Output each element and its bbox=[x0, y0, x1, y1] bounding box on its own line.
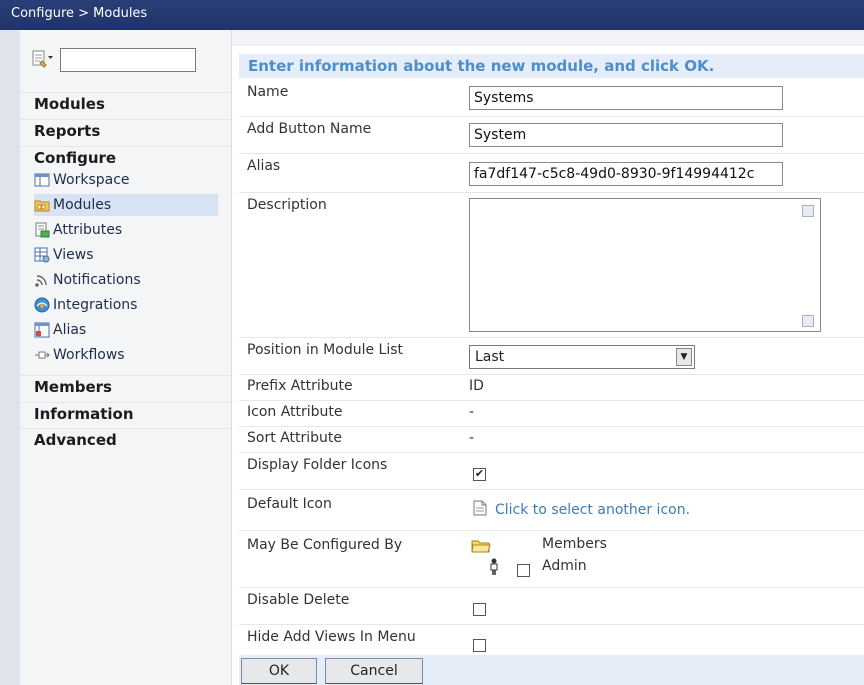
sidebar-item-label: Views bbox=[53, 247, 94, 263]
alias-icon bbox=[34, 322, 50, 338]
admin-role-label: Admin bbox=[542, 558, 587, 574]
sidebar-item-alias[interactable]: Alias bbox=[34, 319, 86, 341]
sidebar-item-label: Integrations bbox=[53, 297, 138, 313]
chevron-down-icon[interactable]: ▼ bbox=[676, 348, 692, 366]
default-icon-label: Default Icon bbox=[247, 496, 332, 512]
prefix-attribute-value: ID bbox=[469, 378, 484, 394]
search-options-icon[interactable] bbox=[32, 50, 54, 70]
icon-attribute-label: Icon Attribute bbox=[247, 404, 343, 420]
add-button-name-input[interactable]: System bbox=[469, 123, 783, 147]
sidebar-item-label: Attributes bbox=[53, 222, 123, 238]
name-label: Name bbox=[247, 84, 289, 100]
prefix-attribute-row: Prefix Attribute ID bbox=[239, 375, 864, 401]
sort-attribute-label: Sort Attribute bbox=[247, 430, 342, 446]
default-icon-row: Default Icon Click to select another ico… bbox=[239, 490, 864, 531]
nav-section-members[interactable]: Members bbox=[20, 375, 232, 399]
folder-icon bbox=[471, 538, 491, 558]
modules-folder-icon bbox=[34, 197, 50, 213]
description-row: Description bbox=[239, 193, 864, 338]
prefix-attribute-label: Prefix Attribute bbox=[247, 378, 353, 394]
alias-label: Alias bbox=[247, 158, 281, 174]
name-input[interactable]: Systems bbox=[469, 86, 783, 110]
nav-section-modules[interactable]: Modules bbox=[20, 92, 232, 116]
hide-add-views-row: Hide Add Views In Menu bbox=[239, 625, 864, 655]
sidebar-item-modules[interactable]: Modules bbox=[34, 194, 218, 216]
sidebar-item-attributes[interactable]: Attributes bbox=[34, 219, 122, 241]
user-icon bbox=[489, 558, 499, 580]
description-label: Description bbox=[247, 197, 327, 213]
scroll-down-button[interactable] bbox=[802, 315, 814, 327]
nav-section-configure[interactable]: Configure bbox=[20, 146, 232, 170]
sidebar-item-workflows[interactable]: Workflows bbox=[34, 344, 125, 366]
notifications-icon bbox=[34, 272, 50, 288]
position-row: Position in Module List Last ▼ bbox=[239, 338, 864, 375]
nav-section-advanced[interactable]: Advanced bbox=[20, 428, 232, 452]
position-select[interactable]: Last ▼ bbox=[469, 345, 695, 369]
sidebar-item-label: Alias bbox=[53, 322, 87, 338]
workspace-icon bbox=[34, 172, 50, 188]
breadcrumb: Configure > Modules bbox=[0, 0, 864, 30]
form-heading: Enter information about the new module, … bbox=[239, 54, 864, 78]
sidebar-item-integrations[interactable]: Integrations bbox=[34, 294, 137, 316]
display-folder-icons-checkbox[interactable]: ✔ bbox=[473, 468, 486, 481]
sort-attribute-row: Sort Attribute - bbox=[239, 427, 864, 453]
default-icon-picker[interactable]: Click to select another icon. bbox=[473, 500, 690, 520]
nav-section-reports[interactable]: Reports bbox=[20, 119, 232, 143]
search-input[interactable] bbox=[60, 48, 196, 72]
disable-delete-row: Disable Delete bbox=[239, 588, 864, 625]
sidebar-item-label: Modules bbox=[53, 197, 112, 213]
may-be-configured-by-label: May Be Configured By bbox=[247, 537, 403, 553]
display-folder-icons-label: Display Folder Icons bbox=[247, 457, 388, 473]
may-be-configured-by-row: May Be Configured By Members Admin bbox=[239, 531, 864, 588]
disable-delete-checkbox[interactable] bbox=[473, 603, 486, 616]
name-row: Name Systems bbox=[239, 80, 864, 117]
ok-button[interactable]: OK bbox=[241, 658, 317, 684]
document-icon bbox=[473, 500, 487, 520]
attributes-icon bbox=[34, 222, 50, 238]
workflows-icon bbox=[34, 347, 50, 363]
integrations-icon bbox=[34, 297, 50, 313]
add-button-name-label: Add Button Name bbox=[247, 121, 372, 137]
alias-row: Alias fa7df147-c5c8-49d0-8930-9f14994412… bbox=[239, 154, 864, 193]
sidebar-item-label: Notifications bbox=[53, 272, 141, 288]
icon-attribute-value: - bbox=[469, 404, 475, 420]
cancel-button[interactable]: Cancel bbox=[325, 658, 423, 684]
views-icon bbox=[34, 247, 50, 263]
left-frame-edge bbox=[0, 30, 20, 685]
sidebar: Modules Reports Configure Workspace Modu… bbox=[20, 30, 232, 685]
hide-add-views-label: Hide Add Views In Menu bbox=[247, 629, 416, 645]
sort-attribute-value: - bbox=[469, 430, 475, 446]
icon-attribute-row: Icon Attribute - bbox=[239, 401, 864, 427]
nav-section-information[interactable]: Information bbox=[20, 402, 232, 426]
position-selected-value: Last bbox=[475, 349, 505, 365]
admin-checkbox[interactable] bbox=[517, 564, 530, 577]
position-label: Position in Module List bbox=[247, 342, 404, 358]
scroll-up-button[interactable] bbox=[802, 205, 814, 217]
disable-delete-label: Disable Delete bbox=[247, 592, 350, 608]
sidebar-item-label: Workspace bbox=[53, 172, 130, 188]
sidebar-item-notifications[interactable]: Notifications bbox=[34, 269, 141, 291]
hide-add-views-checkbox[interactable] bbox=[473, 639, 486, 652]
description-textarea[interactable] bbox=[469, 198, 821, 332]
display-folder-icons-row: Display Folder Icons ✔ bbox=[239, 453, 864, 490]
members-group-label: Members bbox=[542, 536, 607, 552]
select-icon-link[interactable]: Click to select another icon. bbox=[495, 502, 690, 518]
content-top-strip bbox=[232, 30, 864, 46]
alias-input[interactable]: fa7df147-c5c8-49d0-8930-9f14994412c bbox=[469, 162, 783, 186]
form-button-bar: OK Cancel bbox=[239, 655, 864, 685]
sidebar-item-label: Workflows bbox=[53, 347, 125, 363]
add-button-name-row: Add Button Name System bbox=[239, 117, 864, 154]
sidebar-item-views[interactable]: Views bbox=[34, 244, 94, 266]
sidebar-item-workspace[interactable]: Workspace bbox=[34, 169, 130, 191]
